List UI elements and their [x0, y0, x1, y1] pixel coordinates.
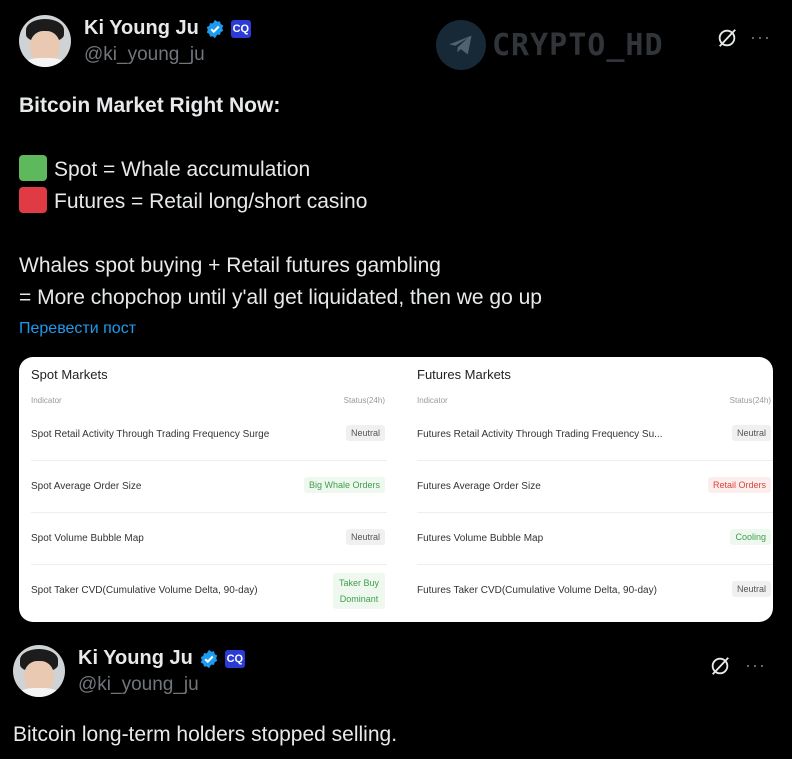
red-square-icon [19, 187, 47, 213]
green-square-icon [19, 155, 47, 181]
post-text: Bitcoin long-term holders stopped sellin… [13, 723, 398, 746]
author-name-text[interactable]: Ki Young Ju [78, 647, 193, 670]
indicator-header: Indicator [31, 396, 62, 405]
watermark-text: CRYPTO_HD [492, 27, 664, 63]
status-badge: Cooling [730, 529, 771, 545]
table-row: Spot Taker CVD(Cumulative Volume Delta, … [31, 565, 387, 617]
status-badge: Retail Orders [707, 477, 771, 493]
author-handle[interactable]: @ki_young_ju [78, 674, 199, 696]
table-row: Spot Volume Bubble Map Neutral [31, 513, 387, 565]
affiliate-badge-icon: CQ [224, 649, 245, 668]
avatar[interactable] [19, 15, 71, 67]
author-name[interactable]: Ki Young Ju CQ [78, 647, 245, 670]
indicator-header: Indicator [417, 396, 448, 405]
table-row: Spot Average Order Size Big Whale Orders [31, 461, 387, 513]
post-headline: Bitcoin Market Right Now: [19, 94, 281, 117]
indicator-label: Futures Volume Bubble Map [417, 533, 544, 544]
status-header: Status(24h) [343, 396, 385, 405]
post-line-4: = More chopchop until y'all get liquidat… [19, 286, 542, 309]
status-badge: Neutral [345, 529, 385, 545]
indicator-label: Futures Average Order Size [417, 481, 541, 492]
status-header: Status(24h) [729, 396, 771, 405]
translate-post-link[interactable]: Перевести пост [19, 320, 136, 338]
verified-badge-icon [200, 649, 218, 668]
indicator-label: Futures Taker CVD(Cumulative Volume Delt… [417, 585, 657, 596]
grok-icon[interactable] [709, 655, 731, 677]
futures-panel-title: Futures Markets [417, 367, 511, 382]
indicator-label: Spot Retail Activity Through Trading Fre… [31, 429, 270, 440]
status-badge: Neutral [731, 425, 771, 441]
status-badge: Big Whale Orders [303, 477, 385, 493]
futures-line: Futures = Retail long/short casino [19, 186, 367, 218]
author-handle[interactable]: @ki_young_ju [84, 44, 205, 66]
indicator-label: Spot Volume Bubble Map [31, 533, 144, 544]
table-row: Futures Taker CVD(Cumulative Volume Delt… [417, 565, 773, 617]
watermark: CRYPTO_HD [436, 20, 664, 70]
more-options-icon[interactable]: ··· [750, 27, 771, 48]
more-options-icon[interactable]: ··· [745, 655, 766, 676]
telegram-icon [436, 20, 486, 70]
table-row: Futures Volume Bubble Map Cooling [417, 513, 773, 565]
spot-line: Spot = Whale accumulation [19, 154, 310, 186]
market-indicators-image[interactable]: Spot Markets Indicator Status(24h) Spot … [19, 357, 773, 622]
status-badge: Taker Buy Dominant [332, 573, 385, 609]
indicator-label: Futures Retail Activity Through Trading … [417, 429, 663, 440]
indicator-label: Spot Taker CVD(Cumulative Volume Delta, … [31, 585, 258, 596]
status-badge: Neutral [731, 581, 771, 597]
post-line-3: Whales spot buying + Retail futures gamb… [19, 254, 441, 277]
status-badge: Neutral [345, 425, 385, 441]
author-name-text[interactable]: Ki Young Ju [84, 17, 199, 40]
spot-panel-title: Spot Markets [31, 367, 108, 382]
avatar[interactable] [13, 645, 65, 697]
verified-badge-icon [206, 19, 224, 38]
author-name[interactable]: Ki Young Ju CQ [84, 17, 251, 40]
indicator-label: Spot Average Order Size [31, 481, 142, 492]
table-row: Futures Retail Activity Through Trading … [417, 409, 773, 461]
table-row: Futures Average Order Size Retail Orders [417, 461, 773, 513]
grok-icon[interactable] [716, 27, 738, 49]
table-row: Spot Retail Activity Through Trading Fre… [31, 409, 387, 461]
affiliate-badge-icon: CQ [230, 19, 251, 38]
